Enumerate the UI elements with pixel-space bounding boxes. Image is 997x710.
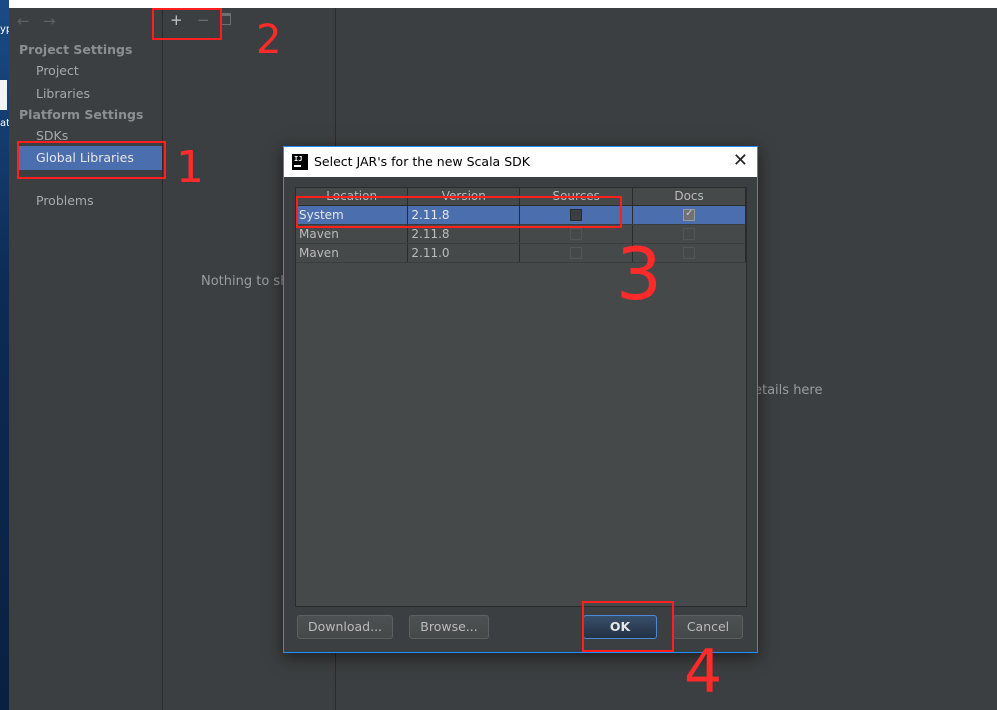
dialog-title: Select JAR's for the new Scala SDK <box>314 154 530 169</box>
empty-details-text: etails here <box>754 383 823 398</box>
intellij-icon: IJ <box>292 154 308 170</box>
column-docs[interactable]: Docs <box>632 188 746 206</box>
annotation-box-4 <box>582 601 674 652</box>
download-button[interactable]: Download... <box>297 615 393 639</box>
sidebar-item-project[interactable]: Project <box>36 63 79 78</box>
section-platform-settings: Platform Settings <box>19 107 144 122</box>
desktop-edge: yp at <box>0 0 12 710</box>
browse-button[interactable]: Browse... <box>409 615 489 639</box>
desktop-file-icon <box>0 80 7 110</box>
forward-arrow-icon[interactable]: → <box>43 12 56 30</box>
sources-checkbox[interactable] <box>570 247 583 259</box>
annotation-box-1 <box>17 141 166 179</box>
annotation-box-2 <box>152 8 222 40</box>
settings-sidebar: ← → Project Settings Project Libraries P… <box>9 8 163 710</box>
annotation-number-1: 1 <box>176 142 204 193</box>
cell-version: 2.11.0 <box>407 243 521 263</box>
docs-checkbox[interactable] <box>683 247 696 259</box>
table-row[interactable]: Maven 2.11.0 <box>296 243 746 263</box>
annotation-box-3 <box>296 196 622 228</box>
docs-checkbox[interactable] <box>683 228 696 240</box>
section-project-settings: Project Settings <box>19 42 133 57</box>
sources-checkbox[interactable] <box>570 228 583 240</box>
sidebar-item-problems[interactable]: Problems <box>36 193 94 208</box>
window-top-edge <box>9 0 997 8</box>
dialog-title-bar: IJ Select JAR's for the new Scala SDK ✕ <box>284 147 757 177</box>
cell-location: Maven <box>296 243 409 263</box>
close-icon[interactable]: ✕ <box>733 150 748 171</box>
cancel-button[interactable]: Cancel <box>673 615 743 639</box>
sidebar-item-libraries[interactable]: Libraries <box>36 86 90 101</box>
annotation-number-2: 2 <box>256 17 282 63</box>
annotation-number-4: 4 <box>684 637 723 707</box>
docs-checkbox[interactable] <box>683 208 696 221</box>
back-arrow-icon[interactable]: ← <box>17 12 30 30</box>
trash-icon[interactable] <box>221 13 231 25</box>
jars-table: Location Version Sources Docs System 2.1… <box>295 187 747 607</box>
annotation-number-3: 3 <box>616 232 662 316</box>
